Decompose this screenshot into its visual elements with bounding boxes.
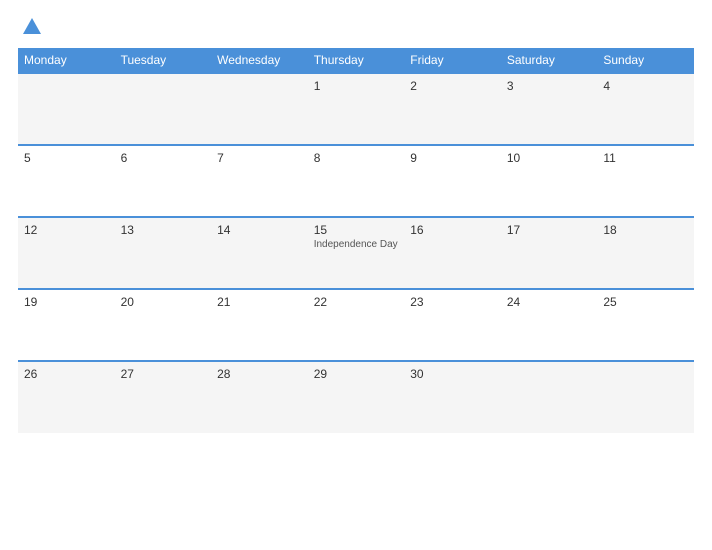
day-number: 3 xyxy=(507,79,592,93)
calendar-cell: 25 xyxy=(597,289,694,361)
calendar-cell: 1 xyxy=(308,73,405,145)
day-number: 28 xyxy=(217,367,302,381)
weekday-header-saturday: Saturday xyxy=(501,48,598,73)
day-number: 2 xyxy=(410,79,495,93)
calendar-cell: 6 xyxy=(115,145,212,217)
day-number: 27 xyxy=(121,367,206,381)
weekday-header-tuesday: Tuesday xyxy=(115,48,212,73)
calendar-cell: 21 xyxy=(211,289,308,361)
day-number: 14 xyxy=(217,223,302,237)
calendar-cell: 27 xyxy=(115,361,212,433)
calendar-table: MondayTuesdayWednesdayThursdayFridaySatu… xyxy=(18,48,694,433)
calendar-cell: 28 xyxy=(211,361,308,433)
calendar-cell: 3 xyxy=(501,73,598,145)
calendar-cell: 4 xyxy=(597,73,694,145)
calendar-cell: 19 xyxy=(18,289,115,361)
week-row-4: 19 20 21 22 23 24 25 xyxy=(18,289,694,361)
day-number: 9 xyxy=(410,151,495,165)
day-number: 25 xyxy=(603,295,688,309)
day-number: 15 xyxy=(314,223,399,237)
calendar-cell: 10 xyxy=(501,145,598,217)
calendar-cell: 18 xyxy=(597,217,694,289)
calendar-cell: 14 xyxy=(211,217,308,289)
calendar-cell: 26 xyxy=(18,361,115,433)
week-row-3: 12 13 14 15 Independence Day 16 17 18 xyxy=(18,217,694,289)
weekday-header-friday: Friday xyxy=(404,48,501,73)
day-number: 30 xyxy=(410,367,495,381)
day-number: 5 xyxy=(24,151,109,165)
calendar-cell: 17 xyxy=(501,217,598,289)
calendar-cell xyxy=(115,73,212,145)
calendar-cell: 16 xyxy=(404,217,501,289)
day-number: 1 xyxy=(314,79,399,93)
calendar-header xyxy=(18,16,694,38)
day-number: 11 xyxy=(603,151,688,165)
calendar-cell: 8 xyxy=(308,145,405,217)
day-number: 26 xyxy=(24,367,109,381)
week-row-1: 1234 xyxy=(18,73,694,145)
day-number: 10 xyxy=(507,151,592,165)
logo-icon xyxy=(21,16,43,38)
day-number: 19 xyxy=(24,295,109,309)
weekday-header-row: MondayTuesdayWednesdayThursdayFridaySatu… xyxy=(18,48,694,73)
day-number: 16 xyxy=(410,223,495,237)
day-number: 6 xyxy=(121,151,206,165)
day-number: 4 xyxy=(603,79,688,93)
calendar-cell: 9 xyxy=(404,145,501,217)
day-number: 24 xyxy=(507,295,592,309)
calendar-cell: 20 xyxy=(115,289,212,361)
calendar-cell: 23 xyxy=(404,289,501,361)
day-number: 18 xyxy=(603,223,688,237)
calendar-cell: 30 xyxy=(404,361,501,433)
day-number: 20 xyxy=(121,295,206,309)
weekday-header-monday: Monday xyxy=(18,48,115,73)
calendar-cell: 15 Independence Day xyxy=(308,217,405,289)
calendar-cell: 12 xyxy=(18,217,115,289)
weekday-header-thursday: Thursday xyxy=(308,48,405,73)
calendar-cell xyxy=(597,361,694,433)
calendar-cell: 13 xyxy=(115,217,212,289)
day-number: 17 xyxy=(507,223,592,237)
day-number: 29 xyxy=(314,367,399,381)
weekday-header-wednesday: Wednesday xyxy=(211,48,308,73)
calendar-cell: 11 xyxy=(597,145,694,217)
day-number: 13 xyxy=(121,223,206,237)
calendar-cell xyxy=(501,361,598,433)
week-row-2: 56789 10 11 xyxy=(18,145,694,217)
logo xyxy=(18,16,43,38)
calendar-cell: 29 xyxy=(308,361,405,433)
day-number: 7 xyxy=(217,151,302,165)
calendar-cell xyxy=(18,73,115,145)
calendar-cell: 7 xyxy=(211,145,308,217)
calendar-cell: 2 xyxy=(404,73,501,145)
calendar-cell: 5 xyxy=(18,145,115,217)
day-number: 22 xyxy=(314,295,399,309)
calendar-cell: 22 xyxy=(308,289,405,361)
day-number: 8 xyxy=(314,151,399,165)
day-number: 23 xyxy=(410,295,495,309)
calendar-cell xyxy=(211,73,308,145)
calendar-page: MondayTuesdayWednesdayThursdayFridaySatu… xyxy=(0,0,712,550)
week-row-5: 26 27 28 29 30 xyxy=(18,361,694,433)
calendar-cell: 24 xyxy=(501,289,598,361)
day-number: 21 xyxy=(217,295,302,309)
event-label: Independence Day xyxy=(314,239,399,251)
day-number: 12 xyxy=(24,223,109,237)
weekday-header-sunday: Sunday xyxy=(597,48,694,73)
